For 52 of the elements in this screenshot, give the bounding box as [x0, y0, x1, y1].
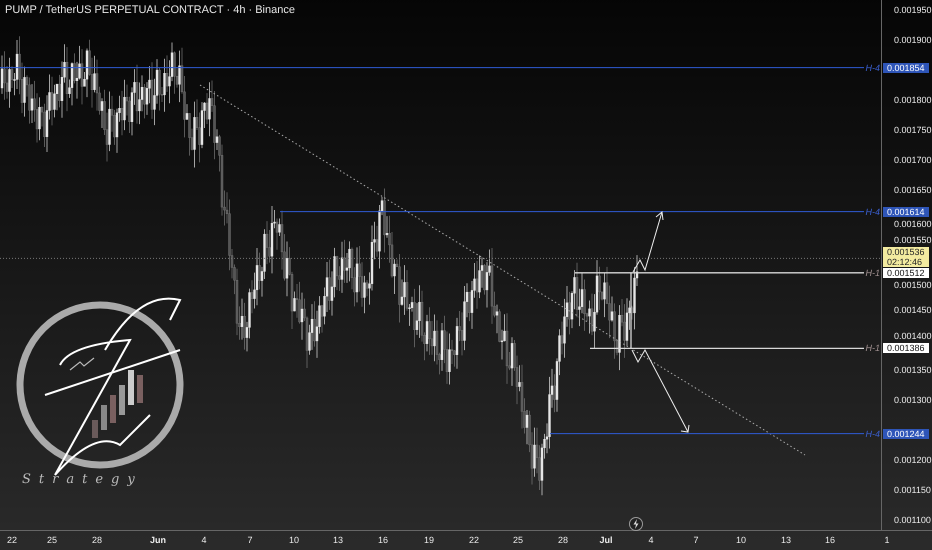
logo-text: Strategy: [22, 472, 143, 487]
level-price-label: 0.001244: [883, 428, 929, 439]
time-label: 13: [333, 535, 343, 545]
price-label: 0.001350: [894, 365, 932, 375]
time-label: 7: [694, 535, 698, 545]
price-label: 0.001150: [894, 485, 931, 495]
up-arrow: [632, 211, 664, 272]
countdown-label: 02:12:46: [887, 257, 924, 268]
level-price-label: 0.001386: [883, 343, 929, 354]
price-label: 0.001450: [894, 305, 932, 315]
price-label: 0.001100: [894, 515, 931, 525]
level-tag: H-4: [865, 62, 880, 73]
time-label: 28: [92, 535, 102, 545]
time-label: 22: [469, 535, 479, 545]
price-label: 0.001800: [894, 95, 932, 105]
price-label: 0.001950: [894, 5, 932, 15]
time-label: 7: [248, 535, 252, 545]
price-label: 0.001550: [894, 235, 932, 246]
chart-title: PUMP / TetherUS PERPETUAL CONTRACT · 4h · Binance: [5, 4, 295, 16]
price-label: 0.001650: [894, 185, 932, 195]
time-label: 4: [202, 535, 206, 545]
lightning-icon[interactable]: [629, 517, 643, 531]
price-label: 0.001200: [894, 455, 932, 465]
level-tag: H-1: [865, 343, 880, 354]
last-price-label: 0.001536: [887, 247, 925, 258]
level-tag: H-1: [865, 268, 880, 278]
price-label: 0.001400: [894, 331, 932, 342]
level-tag: H-4: [865, 428, 880, 439]
time-label: 25: [47, 535, 57, 545]
time-label: 28: [558, 535, 568, 545]
level-price-label: 0.001854: [883, 62, 929, 73]
time-label: 10: [289, 535, 299, 545]
time-label: 25: [513, 535, 523, 545]
level-price-label: 0.001512: [883, 268, 929, 278]
price-label: 0.001500: [894, 280, 932, 290]
time-label: 13: [781, 535, 791, 545]
level-price-label: 0.001614: [883, 206, 929, 217]
time-label: 19: [424, 535, 434, 545]
price-label: 0.001600: [894, 218, 932, 229]
time-label: 16: [825, 535, 835, 545]
time-label: 10: [736, 535, 746, 545]
time-label: 16: [378, 535, 388, 545]
time-label: 22: [7, 535, 17, 545]
time-label: Jun: [150, 535, 166, 545]
level-tag: H-4: [865, 206, 880, 217]
time-label: 4: [648, 535, 654, 545]
price-label: 0.001750: [894, 125, 932, 135]
time-label: Jul: [600, 535, 612, 545]
time-label: 1: [884, 535, 890, 545]
price-label: 0.001300: [894, 395, 932, 405]
price-label: 0.001900: [894, 35, 932, 45]
price-label: 0.001700: [894, 155, 932, 165]
